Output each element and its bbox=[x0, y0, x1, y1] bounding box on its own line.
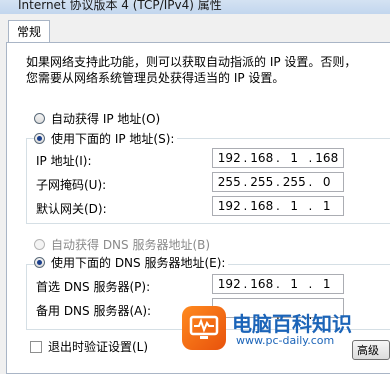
radio-auto-ip-label: 自动获得 IP 地址(O) bbox=[51, 112, 161, 126]
description: 如果网络支持此功能，则可以获取自动指派的 IP 设置。否则， 您需要从网络系统管… bbox=[26, 54, 356, 86]
preferred-dns-label: 首选 DNS 服务器(P): bbox=[36, 280, 151, 294]
subnet-mask-field[interactable]: 255 255 255 0 bbox=[212, 172, 344, 192]
radio-manual-dns[interactable]: 使用下面的 DNS 服务器地址(E): bbox=[34, 254, 229, 271]
radio-auto-ip[interactable]: 自动获得 IP 地址(O) bbox=[34, 110, 160, 127]
watermark-logo: 电脑百科知识 www.pc-daily.com bbox=[176, 298, 390, 358]
preferred-dns-field[interactable]: 192 168 1 1 bbox=[212, 274, 344, 294]
ip-address-octet-4: 168 bbox=[309, 151, 344, 165]
preferred-dns-octet-3: 1 bbox=[276, 277, 311, 291]
ip-address-octet-1: 192 bbox=[217, 151, 241, 165]
preferred-dns-octet-2: 168 bbox=[244, 277, 279, 291]
radio-manual-ip-indicator bbox=[34, 133, 45, 144]
radio-auto-dns-label: 自动获得 DNS 服务器地址(B) bbox=[51, 238, 211, 252]
ip-address-octet-3: 1 bbox=[276, 151, 311, 165]
radio-manual-dns-indicator bbox=[34, 257, 45, 268]
default-gateway-octet-1: 192 bbox=[217, 199, 241, 213]
subnet-mask-octet-4: 0 bbox=[309, 175, 344, 189]
validate-on-exit-box bbox=[30, 340, 42, 353]
ip-address-octet-2: 168 bbox=[244, 151, 279, 165]
ip-address-field[interactable]: 192 168 1 168 bbox=[212, 148, 344, 168]
subnet-mask-octet-1: 255 bbox=[217, 175, 241, 189]
watermark-url: www.pc-daily.com bbox=[236, 334, 335, 347]
default-gateway-octet-3: 1 bbox=[276, 199, 311, 213]
window-titlebar: Internet 协议版本 4 (TCP/IPv4) 属性 bbox=[0, 0, 390, 14]
monitor-pulse-icon bbox=[182, 306, 226, 350]
default-gateway-label: 默认网关(D): bbox=[36, 202, 107, 216]
radio-manual-ip-label: 使用下面的 IP 地址(S): bbox=[51, 132, 175, 146]
description-line-2: 您需要从网络系统管理员处获得适当的 IP 设置。 bbox=[26, 71, 285, 85]
default-gateway-octet-2: 168 bbox=[244, 199, 279, 213]
radio-manual-dns-label: 使用下面的 DNS 服务器地址(E): bbox=[51, 256, 226, 270]
ip-address-label: IP 地址(I): bbox=[36, 154, 92, 168]
radio-auto-dns-indicator bbox=[34, 239, 45, 250]
tab-general[interactable]: 常规 bbox=[8, 20, 51, 43]
subnet-mask-label: 子网掩码(U): bbox=[36, 178, 107, 192]
watermark-brand: 电脑百科知识 bbox=[232, 312, 352, 336]
preferred-dns-octet-4: 1 bbox=[309, 277, 344, 291]
preferred-dns-octet-1: 192 bbox=[217, 277, 241, 291]
radio-auto-dns[interactable]: 自动获得 DNS 服务器地址(B) bbox=[34, 236, 210, 253]
validate-on-exit-checkbox[interactable]: 退出时验证设置(L) bbox=[30, 338, 148, 355]
subnet-mask-octet-2: 255 bbox=[244, 175, 279, 189]
validate-on-exit-label: 退出时验证设置(L) bbox=[48, 340, 149, 354]
default-gateway-field[interactable]: 192 168 1 1 bbox=[212, 196, 344, 216]
default-gateway-octet-4: 1 bbox=[309, 199, 344, 213]
description-line-1: 如果网络支持此功能，则可以获取自动指派的 IP 设置。否则， bbox=[26, 55, 357, 69]
radio-manual-ip[interactable]: 使用下面的 IP 地址(S): bbox=[34, 130, 178, 147]
radio-auto-ip-indicator bbox=[34, 113, 45, 124]
alternate-dns-label: 备用 DNS 服务器(A): bbox=[36, 304, 152, 318]
subnet-mask-octet-3: 255 bbox=[276, 175, 311, 189]
window-title: Internet 协议版本 4 (TCP/IPv4) 属性 bbox=[18, 0, 222, 12]
